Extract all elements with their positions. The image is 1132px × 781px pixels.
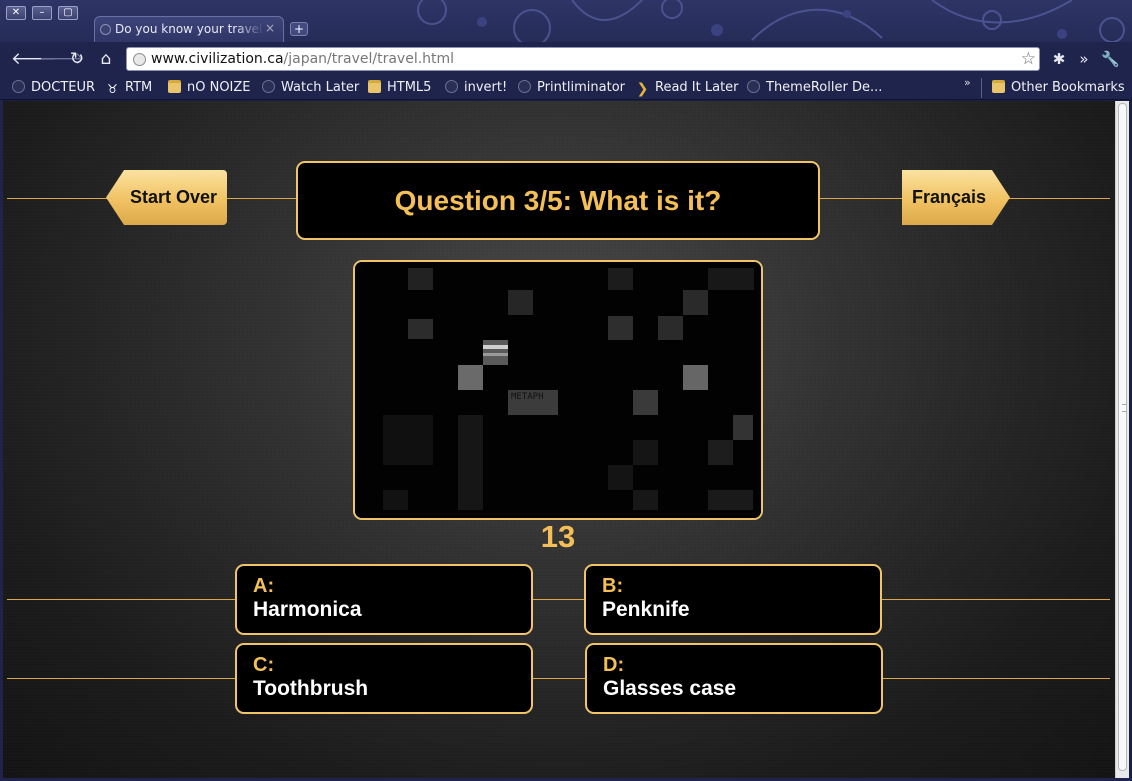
forward-icon[interactable]: 🡒	[39, 49, 85, 69]
back-icon[interactable]: 🡐	[11, 49, 57, 69]
answer-d-text: Glasses case	[603, 677, 737, 700]
globe-icon	[262, 80, 275, 93]
bookmark-no-noize[interactable]: nO NOIZE	[168, 80, 251, 96]
browser-tab[interactable]: Do you know your travel gadgets ×	[94, 16, 284, 42]
bookmark-rtm[interactable]: ♉ RTM	[106, 80, 152, 96]
wrench-icon[interactable]: 🔧	[1101, 50, 1120, 68]
answer-b-text: Penknife	[602, 598, 690, 621]
answer-a-text: Harmonica	[253, 598, 362, 621]
language-francais-button[interactable]: Français	[902, 170, 1010, 225]
question-title: Question 3/5: What is it?	[296, 161, 820, 240]
answer-b-button[interactable]: B: Penknife	[584, 564, 882, 635]
star-icon[interactable]: ☆	[1021, 49, 1036, 69]
bookmark-watch-later[interactable]: Watch Later	[262, 80, 359, 96]
minimize-window-button[interactable]: –	[32, 6, 52, 20]
bookmark-read-it-later[interactable]: ❯ Read It Later	[636, 80, 739, 96]
globe-icon	[747, 80, 760, 93]
page-info-icon[interactable]	[133, 53, 146, 66]
globe-icon	[12, 80, 25, 93]
pixelated-reveal-image: МЕТАРН	[355, 262, 761, 518]
cow-icon: ♉	[107, 82, 118, 96]
maximize-window-button[interactable]: ▢	[58, 6, 78, 20]
answers-rule-top	[7, 599, 1110, 600]
scrollbar-grip-icon	[1122, 404, 1127, 412]
answer-c-text: Toothbrush	[253, 677, 369, 700]
answer-c-button[interactable]: C: Toothbrush	[235, 643, 533, 714]
bookmark-other-bookmarks[interactable]: Other Bookmarks	[992, 80, 1125, 96]
tab-favicon-icon	[100, 24, 111, 35]
new-tab-button[interactable]: +	[290, 22, 308, 36]
theme-decoration	[372, 0, 1132, 42]
folder-icon	[168, 80, 181, 93]
folder-icon	[992, 80, 1005, 93]
tab-close-icon[interactable]: ×	[265, 21, 275, 35]
bookmarks-overflow-icon[interactable]: »	[964, 76, 971, 89]
countdown-timer: 13	[540, 519, 576, 554]
tab-title: Do you know your travel gadgets	[115, 22, 265, 36]
answer-c-letter: C:	[253, 654, 275, 676]
quiz-page: Start Over Français Question 3/5: What i…	[3, 101, 1115, 778]
close-window-button[interactable]: ✕	[6, 6, 26, 20]
address-bar[interactable]: www.civilization.ca/japan/travel/travel.…	[126, 47, 1040, 71]
home-icon[interactable]: ⌂	[96, 49, 116, 69]
address-url[interactable]: www.civilization.ca/japan/travel/travel.…	[151, 51, 454, 67]
bookmark-themeroller[interactable]: ThemeRoller De...	[747, 80, 882, 96]
bookmarks-separator	[981, 78, 982, 98]
bookmark-html5[interactable]: HTML5	[368, 80, 431, 96]
bookmark-docteur[interactable]: DOCTEUR	[12, 80, 95, 96]
page-scrollbar[interactable]	[1115, 101, 1129, 778]
bookmarks-bar: DOCTEUR ♉ RTM nO NOIZE Watch Later HTML5 …	[0, 76, 1132, 100]
answer-d-letter: D:	[603, 654, 625, 676]
answer-a-letter: A:	[253, 575, 275, 597]
globe-icon	[445, 80, 458, 93]
extension-icon[interactable]: ✱	[1050, 50, 1068, 68]
answer-b-letter: B:	[602, 575, 624, 597]
answer-a-button[interactable]: A: Harmonica	[235, 564, 533, 635]
extension-more-icon[interactable]: »	[1075, 50, 1093, 68]
scrollbar-thumb[interactable]	[1118, 103, 1127, 771]
photo-embossed-text: МЕТАРН	[511, 392, 544, 402]
folder-icon	[368, 80, 381, 93]
start-over-button[interactable]: Start Over	[106, 170, 227, 225]
bookmark-invert[interactable]: invert!	[445, 80, 507, 96]
globe-icon	[518, 80, 531, 93]
reload-icon[interactable]: ↻	[67, 49, 87, 69]
chevron-icon: ❯	[636, 81, 649, 97]
answers-rule-bottom	[7, 678, 1110, 679]
answer-d-button[interactable]: D: Glasses case	[585, 643, 883, 714]
window-titlebar: ✕ – ▢ Do you know your travel gadgets × …	[0, 0, 1132, 42]
mystery-photo: МЕТАРН	[353, 260, 763, 520]
theme-pattern-image	[417, 0, 1125, 42]
bookmark-printliminator[interactable]: Printliminator	[518, 80, 625, 96]
